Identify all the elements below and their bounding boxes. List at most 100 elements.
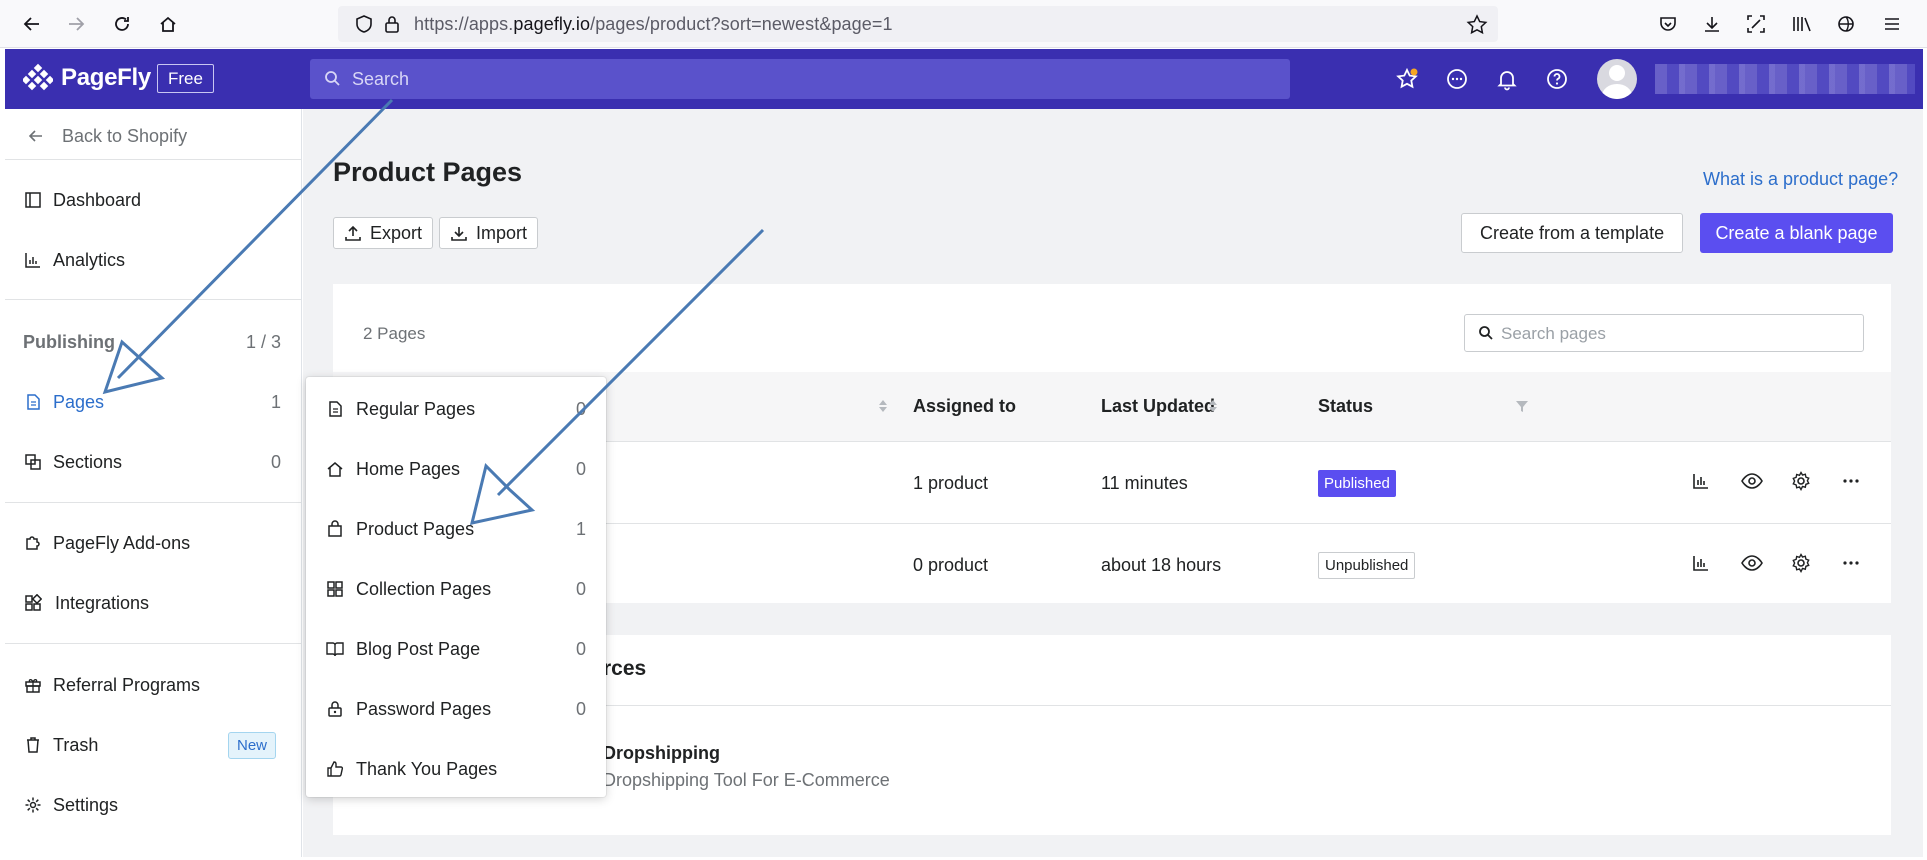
create-blank-label: Create a blank page <box>1715 222 1878 243</box>
favorites-star-icon[interactable] <box>1395 67 1421 93</box>
download-icon <box>451 227 467 241</box>
dropdown-item-product-pages[interactable]: Product Pages 1 <box>306 505 606 551</box>
dropdown-item-count: 0 <box>575 699 586 719</box>
help-icon[interactable] <box>1545 67 1571 93</box>
export-label: Export <box>370 222 423 243</box>
updated-cell: 11 minutes <box>1101 473 1188 493</box>
column-status: Status <box>1318 396 1374 416</box>
sidebar-item-label: Settings <box>53 794 119 815</box>
collection-grid-icon <box>326 580 344 598</box>
sort-icon[interactable] <box>1208 398 1218 419</box>
chat-icon[interactable] <box>1445 67 1471 93</box>
pocket-icon[interactable] <box>1656 12 1680 36</box>
divider <box>5 299 301 300</box>
export-button[interactable]: Export <box>333 217 434 249</box>
dropdown-item-count: 0 <box>575 399 586 419</box>
bookmark-star-icon[interactable] <box>1466 14 1488 41</box>
screenshot-icon[interactable] <box>1744 12 1768 36</box>
dropdown-item-collection-pages[interactable]: Collection Pages 0 <box>306 565 606 611</box>
dropdown-item-blog-post-page[interactable]: Blog Post Page 0 <box>306 625 606 671</box>
what-is-product-page-link[interactable]: What is a product page? <box>1703 169 1898 190</box>
status-badge: Unpublished <box>1318 552 1416 579</box>
filter-icon[interactable] <box>1515 399 1529 418</box>
dropdown-item-label: Home Pages <box>356 459 461 479</box>
sidebar-item-analytics[interactable]: Analytics <box>5 240 301 280</box>
url-bar[interactable]: https://apps.pagefly.io/pages/product?so… <box>338 6 1498 42</box>
create-template-label: Create from a template <box>1480 222 1665 243</box>
sort-icon[interactable] <box>878 398 888 419</box>
home-icon[interactable] <box>156 12 180 36</box>
sidebar-item-label: Trash <box>53 734 99 755</box>
sidebar-item-integrations[interactable]: Integrations <box>5 583 301 623</box>
book-icon <box>326 640 344 658</box>
analytics-icon[interactable] <box>1691 471 1715 495</box>
sidebar-item-trash[interactable]: Trash New <box>5 725 301 765</box>
forward-arrow-icon[interactable] <box>64 12 88 36</box>
column-last-updated[interactable]: Last Updated <box>1101 396 1215 417</box>
assigned-cell: 0 product <box>913 555 989 575</box>
dropdown-item-password-pages[interactable]: Password Pages 0 <box>306 685 606 731</box>
dropdown-item-count: 0 <box>575 639 586 659</box>
dropdown-item-regular-pages[interactable]: Regular Pages 0 <box>306 385 606 431</box>
reload-icon[interactable] <box>110 12 134 36</box>
sidebar-item-addons[interactable]: PageFly Add-ons <box>5 523 301 563</box>
sidebar-item-label: Analytics <box>53 249 126 270</box>
lock-icon[interactable] <box>382 14 402 39</box>
gear-icon[interactable] <box>1791 553 1815 577</box>
dropdown-item-label: Blog Post Page <box>356 639 481 659</box>
back-to-shopify-link[interactable]: Back to Shopify <box>5 116 301 156</box>
sidebar-item-dashboard[interactable]: Dashboard <box>5 180 301 220</box>
sections-count: 0 <box>270 451 281 472</box>
sidebar-item-pages[interactable]: Pages 1 <box>5 382 301 422</box>
resources-title: rces <box>603 657 647 680</box>
url-text[interactable]: https://apps.pagefly.io/pages/product?so… <box>414 14 893 35</box>
eye-icon[interactable] <box>1741 553 1765 577</box>
search-icon <box>324 70 341 92</box>
resource-title[interactable]: Dropshipping <box>603 743 720 764</box>
bell-icon[interactable] <box>1495 67 1521 93</box>
back-arrow-icon[interactable] <box>20 12 44 36</box>
sidebar-item-sections[interactable]: Sections 0 <box>5 442 301 482</box>
avatar[interactable] <box>1597 59 1637 99</box>
updated-cell: about 18 hours <box>1101 555 1222 575</box>
eye-icon[interactable] <box>1741 471 1765 495</box>
dropdown-item-count: 0 <box>575 459 586 479</box>
sidebar-item-referral[interactable]: Referral Programs <box>5 665 301 705</box>
more-options-icon[interactable] <box>1841 471 1865 495</box>
shopping-bag-icon <box>326 520 344 538</box>
create-blank-page-button[interactable]: Create a blank page <box>1700 213 1893 253</box>
pagefly-logo-icon <box>23 63 53 91</box>
menu-icon[interactable] <box>1880 12 1904 36</box>
dropdown-item-thank-you-pages[interactable]: Thank You Pages <box>306 745 606 791</box>
more-options-icon[interactable] <box>1841 553 1865 577</box>
sidebar: Back to Shopify Dashboard Analytics Publ… <box>5 109 302 857</box>
sidebar-section-publishing: Publishing 1 / 3 <box>5 322 301 362</box>
status-badge: Published <box>1318 470 1396 497</box>
import-button[interactable]: Import <box>439 217 539 249</box>
create-from-template-button[interactable]: Create from a template <box>1461 213 1684 253</box>
search-input[interactable]: Search <box>310 59 1290 99</box>
dropdown-item-label: Thank You Pages <box>356 759 498 779</box>
extension-icon[interactable] <box>1834 12 1858 36</box>
redacted-user-name[interactable] <box>1655 64 1915 94</box>
dashboard-icon <box>24 191 42 209</box>
sidebar-item-label: PageFly Add-ons <box>53 532 191 553</box>
publishing-label: Publishing <box>23 331 115 352</box>
dropdown-item-count: 0 <box>575 579 586 599</box>
thumbs-up-icon <box>326 760 344 778</box>
dropdown-item-label: Password Pages <box>356 699 492 719</box>
app-header: PageFly Free Search <box>5 49 1923 109</box>
dropdown-item-home-pages[interactable]: Home Pages 0 <box>306 445 606 491</box>
pagefly-logo[interactable]: PageFly <box>23 63 151 93</box>
analytics-icon[interactable] <box>1691 553 1715 577</box>
search-pages-input[interactable]: Search pages <box>1464 314 1864 352</box>
download-icon[interactable] <box>1700 12 1724 36</box>
sidebar-item-settings[interactable]: Settings <box>5 785 301 825</box>
new-badge: New <box>228 732 277 759</box>
gear-icon[interactable] <box>1791 471 1815 495</box>
plan-badge[interactable]: Free <box>157 64 214 93</box>
page-icon <box>24 393 42 411</box>
shield-icon[interactable] <box>354 14 374 39</box>
library-icon[interactable] <box>1790 12 1814 36</box>
document-icon <box>326 400 344 418</box>
